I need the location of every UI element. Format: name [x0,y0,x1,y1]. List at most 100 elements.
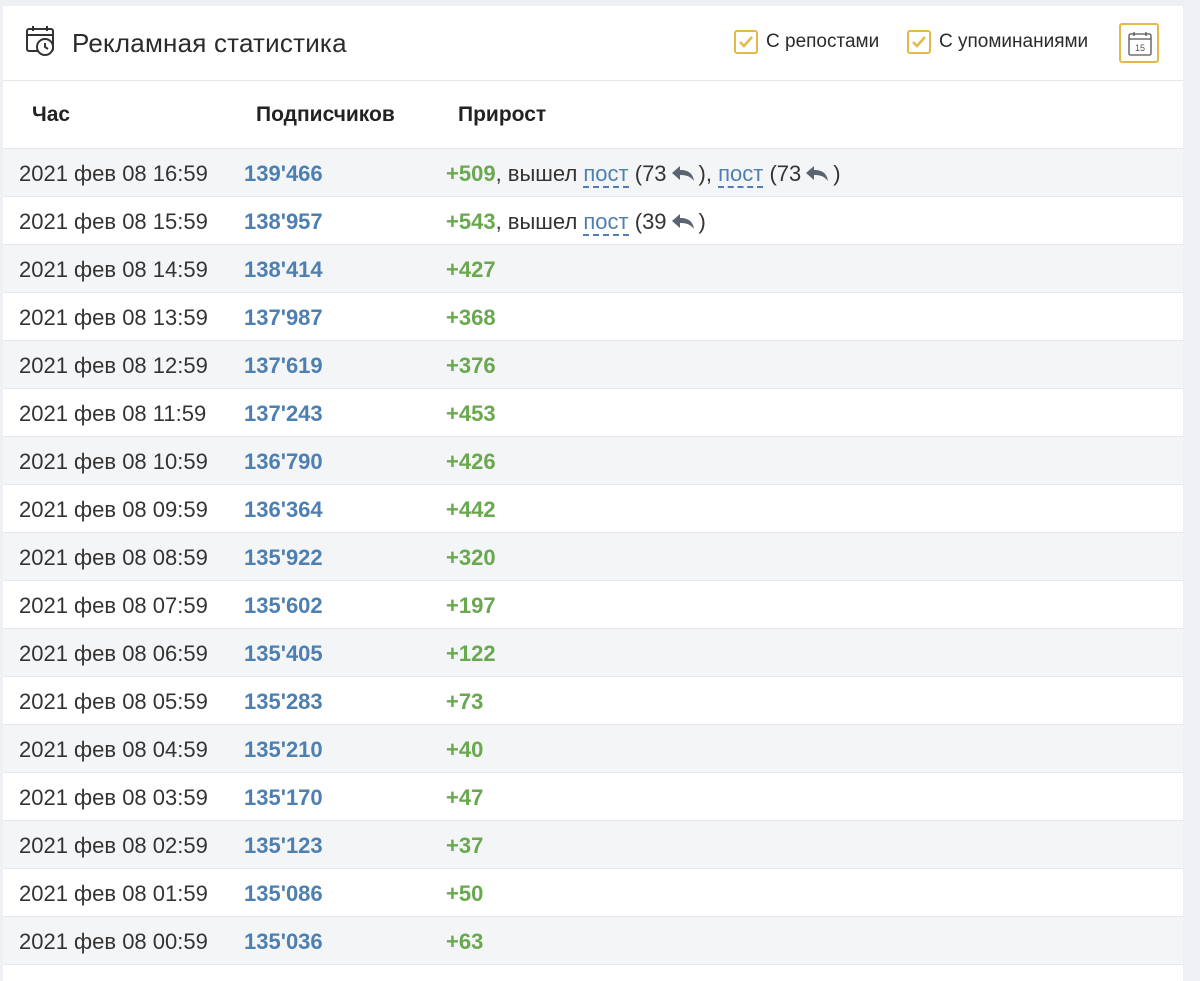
card-header: Рекламная статистика С репостами С упоми… [3,6,1183,81]
post-text: ) [833,161,841,186]
row-subscribers: 138'414 [244,257,323,282]
post-link[interactable]: пост [583,161,629,188]
repost-count: (73 [769,161,802,186]
table-row: 2021 фев 08 04:59 135'210 +40 [3,725,1183,773]
row-time: 2021 фев 08 06:59 [19,641,208,666]
growth-value: +543 [446,209,496,234]
growth-value: +427 [446,257,496,282]
table-row: 2021 фев 08 09:59 136'364 +442 [3,485,1183,533]
growth-value: +509 [446,161,496,186]
row-subscribers: 135'405 [244,641,323,666]
row-growth: +509, вышел пост (73), пост (73) [446,161,841,189]
calendar-icon: 15 [1128,32,1152,56]
reply-arrow-icon [804,163,830,189]
post-text: ) [698,209,706,234]
row-time: 2021 фев 08 08:59 [19,545,208,570]
growth-value: +320 [446,545,496,570]
row-subscribers: 138'957 [244,209,323,234]
row-subscribers: 135'283 [244,689,323,714]
post-link[interactable]: пост [583,209,629,236]
row-time: 2021 фев 08 15:59 [19,209,208,234]
row-time: 2021 фев 08 16:59 [19,161,208,186]
reposts-checkbox[interactable]: С репостами [734,30,879,54]
table-row: 2021 фев 08 05:59 135'283 +73 [3,677,1183,725]
column-hour: Час [32,103,71,126]
row-subscribers: 135'922 [244,545,323,570]
stats-table-body: 2021 фев 08 16:59 139'466 +509, вышел пост… [3,149,1183,965]
reposts-label: С репостами [766,31,880,52]
row-time: 2021 фев 08 05:59 [19,689,208,714]
table-row: 2021 фев 08 15:59 138'957 +543, вышел пост… [3,197,1183,245]
row-subscribers: 139'466 [244,161,323,186]
table-row: 2021 фев 08 06:59 135'405 +122 [3,629,1183,677]
row-growth: +320 [446,545,496,571]
row-time: 2021 фев 08 13:59 [19,305,208,330]
row-growth: +368 [446,305,496,331]
row-subscribers: 135'602 [244,593,323,618]
post-link[interactable]: пост [718,161,764,188]
mentions-checkbox[interactable]: С упоминаниями [907,30,1088,54]
growth-value: +73 [446,689,484,714]
table-row: 2021 фев 08 11:59 137'243 +453 [3,389,1183,437]
mentions-label: С упоминаниями [939,31,1089,52]
growth-value: +47 [446,785,484,810]
row-time: 2021 фев 08 07:59 [19,593,208,618]
row-time: 2021 фев 08 12:59 [19,353,208,378]
table-row: 2021 фев 08 08:59 135'922 +320 [3,533,1183,581]
growth-value: +122 [446,641,496,666]
row-growth: +376 [446,353,496,379]
row-time: 2021 фев 08 10:59 [19,449,208,474]
row-growth: +37 [446,833,483,859]
column-growth: Прирост [458,103,547,126]
row-growth: +453 [446,401,496,427]
ad-stats-card: Рекламная статистика С репостами С упоми… [3,6,1183,981]
row-time: 2021 фев 08 03:59 [19,785,208,810]
table-row: 2021 фев 08 12:59 137'619 +376 [3,341,1183,389]
growth-value: +40 [446,737,484,762]
repost-count: (39 [634,209,667,234]
row-subscribers: 137'619 [244,353,323,378]
repost-count: (73 [634,161,667,186]
table-row: 2021 фев 08 07:59 135'602 +197 [3,581,1183,629]
column-subscribers: Подписчиков [256,103,395,126]
growth-value: +368 [446,305,496,330]
row-growth: +50 [446,881,483,907]
growth-value: +50 [446,881,484,906]
row-growth: +73 [446,689,483,715]
growth-value: +376 [446,353,496,378]
row-growth: +543, вышел пост (39) [446,209,706,237]
post-text: , вышел [495,161,584,186]
row-subscribers: 137'243 [244,401,323,426]
row-subscribers: 137'987 [244,305,323,330]
calendar-clock-icon [25,24,57,56]
page-title: Рекламная статистика [72,28,347,58]
row-time: 2021 фев 08 11:59 [19,401,207,426]
checkmark-icon[interactable] [734,30,758,54]
row-growth: +427 [446,257,496,283]
growth-value: +37 [446,833,484,858]
table-row: 2021 фев 08 00:59 135'036 +63 [3,917,1183,965]
table-row: 2021 фев 08 02:59 135'123 +37 [3,821,1183,869]
row-growth: +63 [446,929,483,955]
table-row: 2021 фев 08 01:59 135'086 +50 [3,869,1183,917]
row-subscribers: 135'036 [244,929,323,954]
growth-value: +63 [446,929,484,954]
row-subscribers: 136'790 [244,449,323,474]
reply-arrow-icon [670,163,696,189]
row-subscribers: 135'123 [244,833,323,858]
row-time: 2021 фев 08 00:59 [19,929,208,954]
row-growth: +442 [446,497,496,523]
reply-arrow-icon [670,211,696,237]
row-growth: +122 [446,641,496,667]
row-time: 2021 фев 08 09:59 [19,497,208,522]
checkmark-icon[interactable] [907,30,931,54]
growth-value: +426 [446,449,496,474]
row-growth: +40 [446,737,483,763]
row-subscribers: 135'170 [244,785,323,810]
row-subscribers: 135'210 [244,737,323,762]
table-row: 2021 фев 08 14:59 138'414 +427 [3,245,1183,293]
row-subscribers: 136'364 [244,497,323,522]
calendar-button[interactable]: 15 [1119,23,1159,63]
growth-value: +197 [446,593,496,618]
growth-value: +453 [446,401,496,426]
